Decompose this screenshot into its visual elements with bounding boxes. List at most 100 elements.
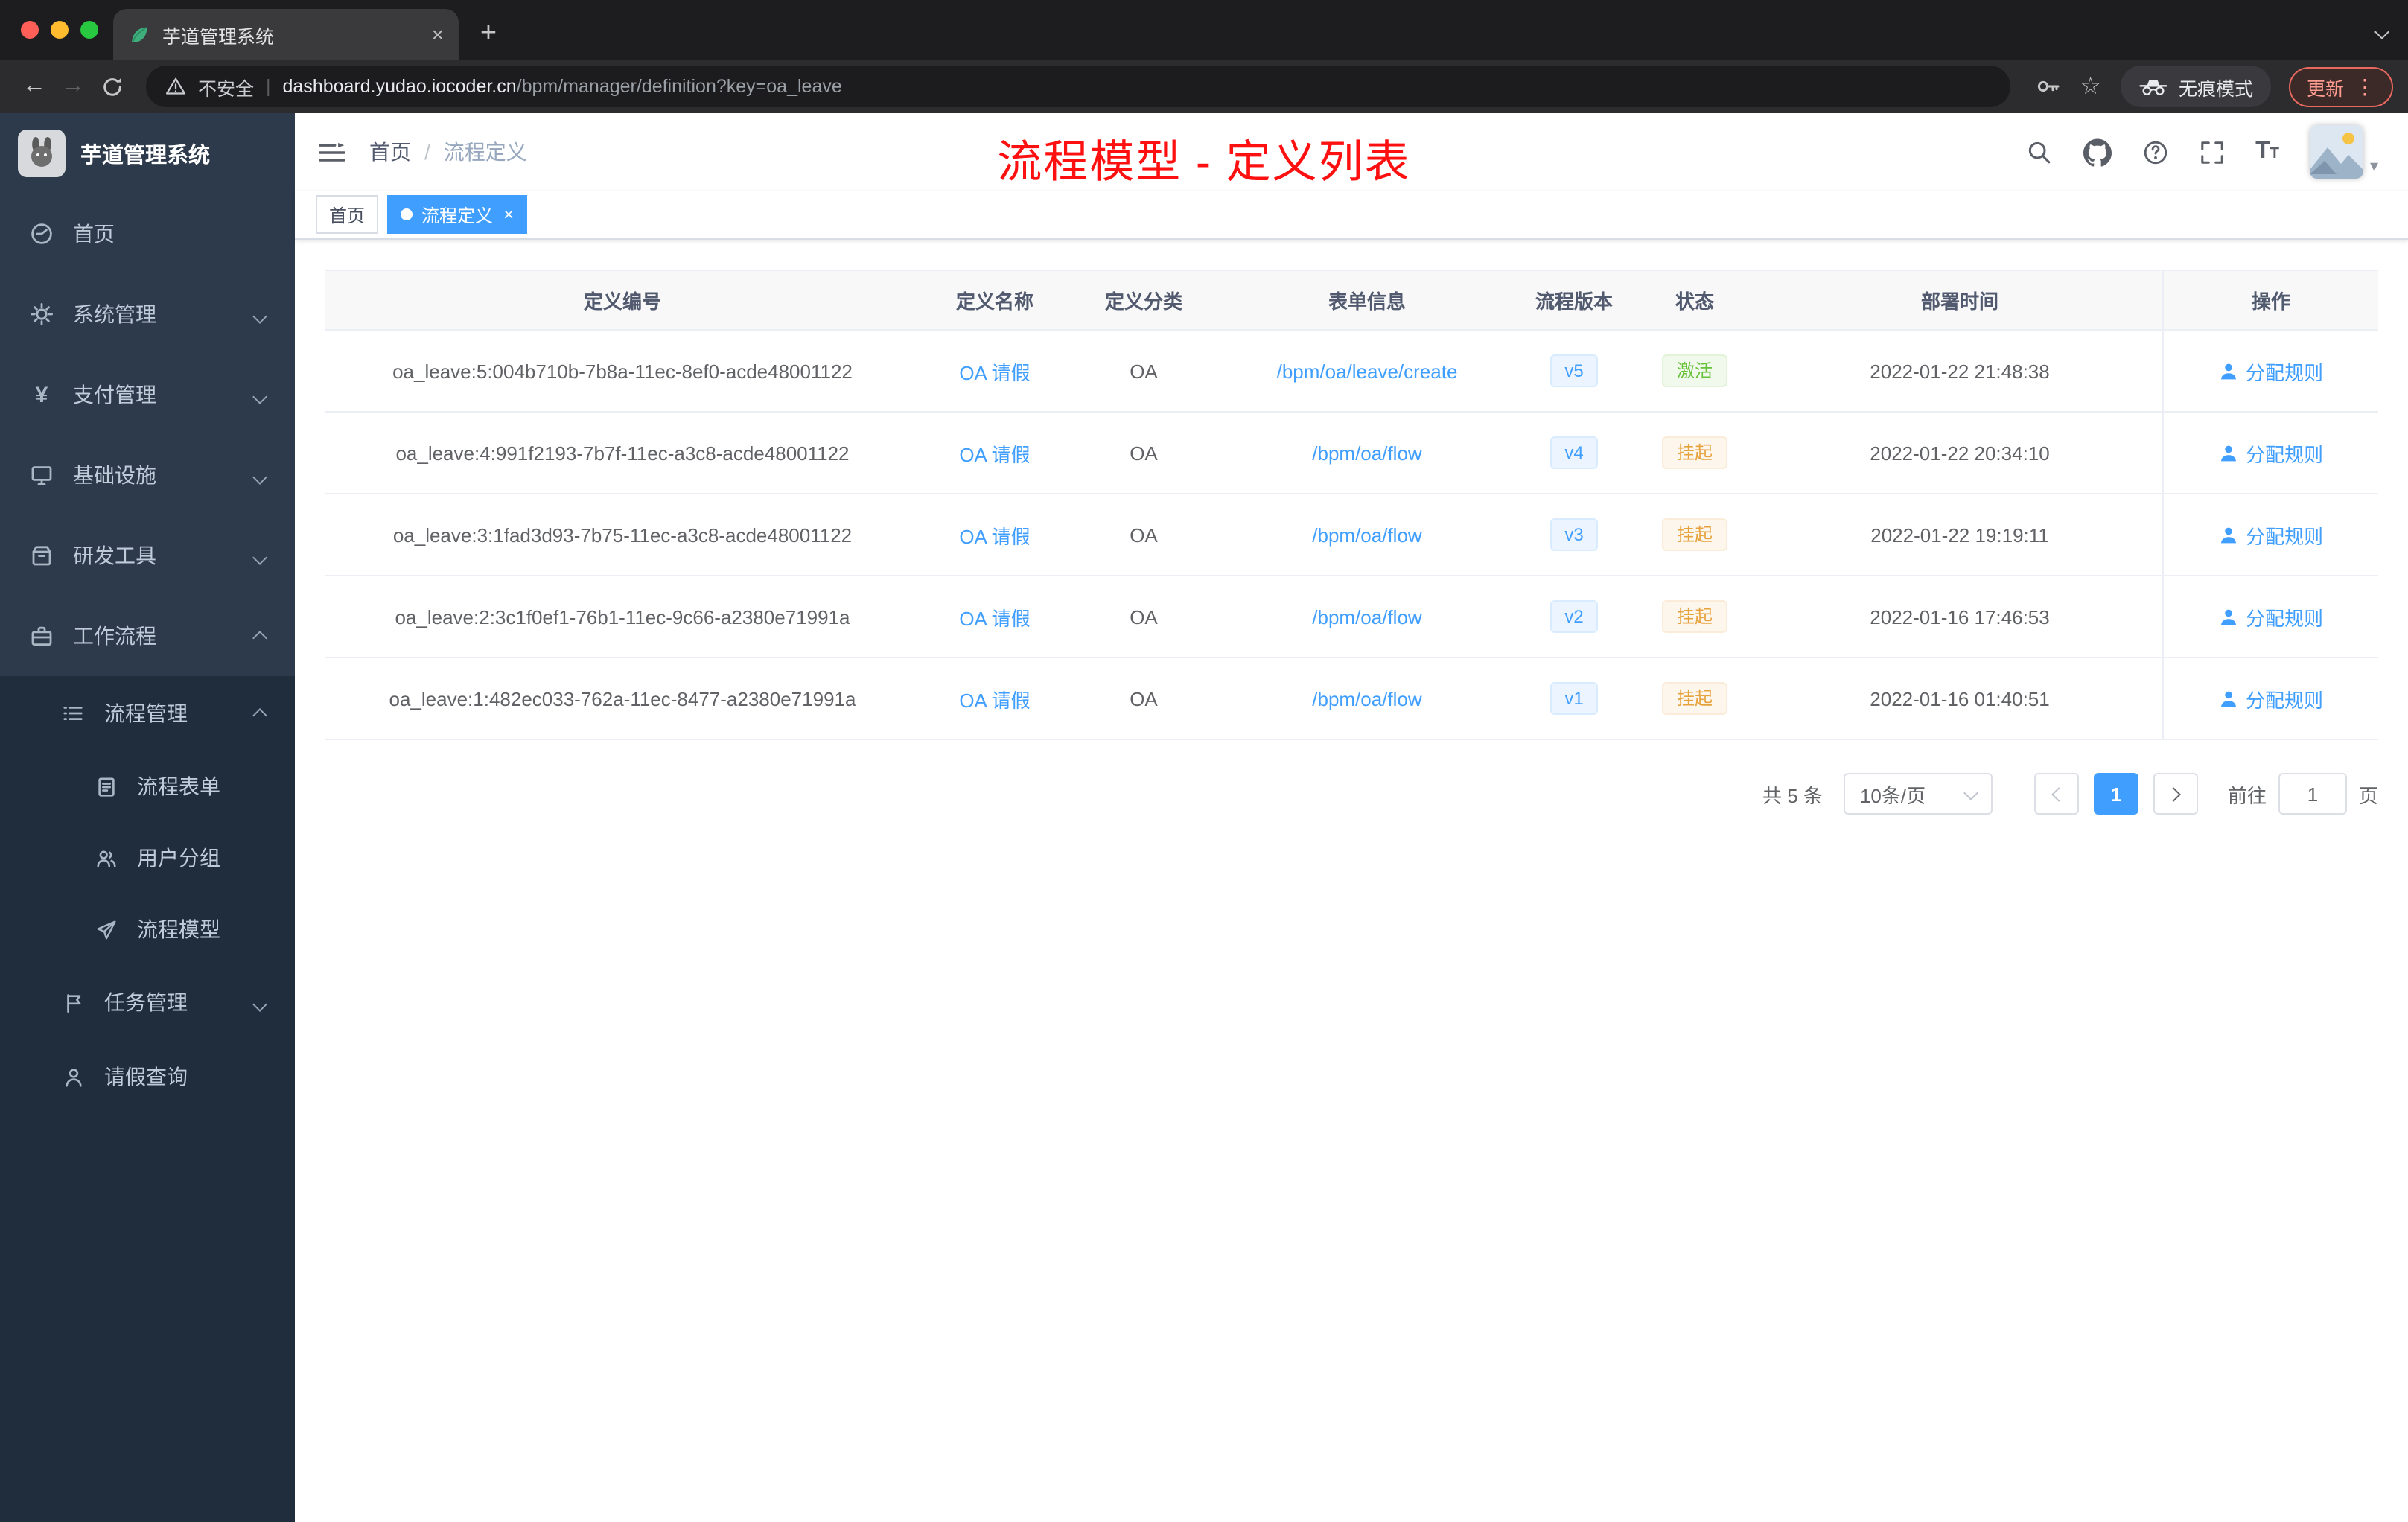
- page-size-value: 10条/页: [1859, 784, 1926, 806]
- definition-category: OA: [1130, 442, 1158, 464]
- close-window-button[interactable]: [21, 21, 39, 39]
- dashboard-icon: [28, 222, 55, 246]
- chevron-down-icon: [252, 383, 267, 407]
- chevron-down-icon: [252, 990, 267, 1014]
- search-icon[interactable]: [2026, 139, 2051, 165]
- app: 芋道管理系统 首页 系统管理 ¥ 支付管理 基础设施 研发工具 工作流程 流程管…: [0, 113, 2408, 1522]
- assign-rule-link[interactable]: 分配规则: [2219, 439, 2323, 467]
- status-badge: 挂起: [1661, 436, 1727, 469]
- version-tag: v2: [1549, 600, 1599, 633]
- tab-title: 芋道管理系统: [162, 26, 275, 47]
- status-badge: 挂起: [1661, 518, 1727, 551]
- assign-rule-link[interactable]: 分配规则: [2219, 684, 2323, 713]
- goto-page-input[interactable]: [2278, 773, 2347, 815]
- incognito-icon: [2138, 77, 2168, 96]
- sidebar-top: 芋道管理系统 首页 系统管理 ¥ 支付管理 基础设施 研发工具 工作流程: [0, 113, 295, 676]
- url-divider: |: [266, 76, 271, 97]
- column-header: 表单信息: [1328, 290, 1406, 313]
- sidebar-item-infra[interactable]: 基础设施: [0, 435, 295, 515]
- sidebar-item-label: 支付管理: [73, 383, 156, 407]
- back-button[interactable]: ←: [15, 67, 54, 106]
- font-size-icon[interactable]: TT: [2255, 138, 2279, 165]
- user-icon: [2220, 608, 2236, 625]
- forward-button[interactable]: →: [54, 67, 92, 106]
- form-link[interactable]: /bpm/oa/flow: [1312, 442, 1421, 464]
- browser-tabstrip: 芋道管理系统 × +: [0, 0, 2408, 60]
- column-header: 操作: [2162, 271, 2378, 329]
- chevron-up-icon: [252, 624, 267, 648]
- gear-icon: [28, 302, 55, 326]
- browser-menu-icon[interactable]: ⋮: [2354, 74, 2375, 99]
- sidebar-item-task-management[interactable]: 任务管理: [0, 965, 295, 1039]
- reload-button[interactable]: [92, 67, 131, 106]
- column-header: 状态: [1675, 290, 1714, 313]
- form-link[interactable]: /bpm/oa/leave/create: [1277, 360, 1458, 382]
- definition-name-link[interactable]: OA 请假: [959, 684, 1030, 713]
- form-link[interactable]: /bpm/oa/flow: [1312, 605, 1421, 628]
- sidebar-logo[interactable]: 芋道管理系统: [0, 113, 295, 194]
- definition-name-link[interactable]: OA 请假: [959, 357, 1030, 385]
- breadcrumb-home[interactable]: 首页: [369, 137, 411, 167]
- definition-name-link[interactable]: OA 请假: [959, 439, 1030, 467]
- definition-id: oa_leave:3:1fad3d93-7b75-11ec-a3c8-acde4…: [392, 523, 853, 546]
- tag-home[interactable]: 首页: [316, 195, 379, 234]
- url-text: dashboard.yudao.iocoder.cn/bpm/manager/d…: [283, 76, 842, 97]
- sidebar-item-process-form[interactable]: 流程表单: [0, 751, 295, 822]
- form-link[interactable]: /bpm/oa/flow: [1312, 687, 1421, 710]
- user-menu[interactable]: ▾: [2310, 125, 2378, 179]
- sidebar-item-label: 基础设施: [73, 463, 156, 487]
- address-bar[interactable]: 不安全 | dashboard.yudao.iocoder.cn/bpm/man…: [146, 66, 2010, 107]
- sidebar-item-payment[interactable]: ¥ 支付管理: [0, 354, 295, 435]
- browser-tab[interactable]: 芋道管理系统 ×: [113, 9, 459, 60]
- tab-close-icon[interactable]: ×: [432, 24, 444, 45]
- key-icon[interactable]: [2035, 74, 2059, 98]
- assign-rule-link[interactable]: 分配规则: [2219, 357, 2323, 385]
- main-area: 首页 / 流程定义 TT ▾ 首页 流程定义 × 定义编号 定义名称 定义分类 …: [295, 113, 2408, 1522]
- user-icon: [2220, 445, 2236, 461]
- definition-id: oa_leave:1:482ec033-762a-11ec-8477-a2380…: [389, 687, 856, 710]
- assign-rule-link[interactable]: 分配规则: [2219, 520, 2323, 549]
- definition-id: oa_leave:5:004b710b-7b8a-11ec-8ef0-acde4…: [392, 360, 853, 382]
- table-header: 定义编号 定义名称 定义分类 表单信息 流程版本 状态 部署时间 操作: [325, 270, 2378, 331]
- tag-label: 首页: [329, 205, 366, 226]
- tab-search-icon[interactable]: [2374, 19, 2389, 42]
- workflow-submenu: 流程管理 流程表单 用户分组 流程模型 任务管理 请假查询: [0, 676, 295, 1114]
- sidebar-item-workflow[interactable]: 工作流程: [0, 596, 295, 676]
- avatar[interactable]: [2310, 125, 2364, 179]
- tag-close-icon[interactable]: ×: [503, 204, 514, 225]
- action-label: 分配规则: [2245, 607, 2323, 629]
- deploy-time: 2022-01-16 01:40:51: [1870, 687, 2050, 710]
- version-tag: v4: [1549, 436, 1599, 469]
- sidebar-item-label: 首页: [73, 222, 115, 246]
- github-icon[interactable]: [2083, 138, 2112, 166]
- update-button[interactable]: 更新 ⋮: [2288, 66, 2393, 106]
- page-size-select[interactable]: 10条/页: [1843, 773, 1993, 815]
- sidebar-item-process-model[interactable]: 流程模型: [0, 894, 295, 965]
- sidebar-item-devtools[interactable]: 研发工具: [0, 515, 295, 596]
- definition-name-link[interactable]: OA 请假: [959, 520, 1030, 549]
- sidebar-item-home[interactable]: 首页: [0, 194, 295, 274]
- collapse-sidebar-icon[interactable]: [295, 141, 369, 163]
- current-page-button[interactable]: 1: [2093, 773, 2138, 815]
- sidebar-item-process-management[interactable]: 流程管理: [0, 676, 295, 751]
- assign-rule-link[interactable]: 分配规则: [2219, 602, 2323, 631]
- sidebar-item-user-group[interactable]: 用户分组: [0, 822, 295, 894]
- bookmark-star-icon[interactable]: ☆: [2080, 71, 2101, 101]
- new-tab-button[interactable]: +: [468, 13, 509, 55]
- definition-name-link[interactable]: OA 请假: [959, 602, 1030, 631]
- tag-process-definition[interactable]: 流程定义 ×: [387, 195, 528, 234]
- sidebar-item-label: 任务管理: [104, 990, 188, 1014]
- fullscreen-icon[interactable]: [2199, 139, 2224, 165]
- help-icon[interactable]: [2142, 139, 2167, 165]
- favicon: [128, 23, 150, 45]
- sidebar-item-leave-query[interactable]: 请假查询: [0, 1039, 295, 1114]
- maximize-window-button[interactable]: [80, 21, 98, 39]
- sidebar-item-system[interactable]: 系统管理: [0, 274, 295, 354]
- chevron-down-icon: [252, 302, 267, 326]
- minimize-window-button[interactable]: [51, 21, 69, 39]
- form-link[interactable]: /bpm/oa/flow: [1312, 523, 1421, 546]
- tags-bar: 首页 流程定义 ×: [295, 191, 2408, 240]
- prev-page-button[interactable]: [2033, 773, 2079, 815]
- action-label: 分配规则: [2245, 443, 2323, 465]
- next-page-button[interactable]: [2153, 773, 2198, 815]
